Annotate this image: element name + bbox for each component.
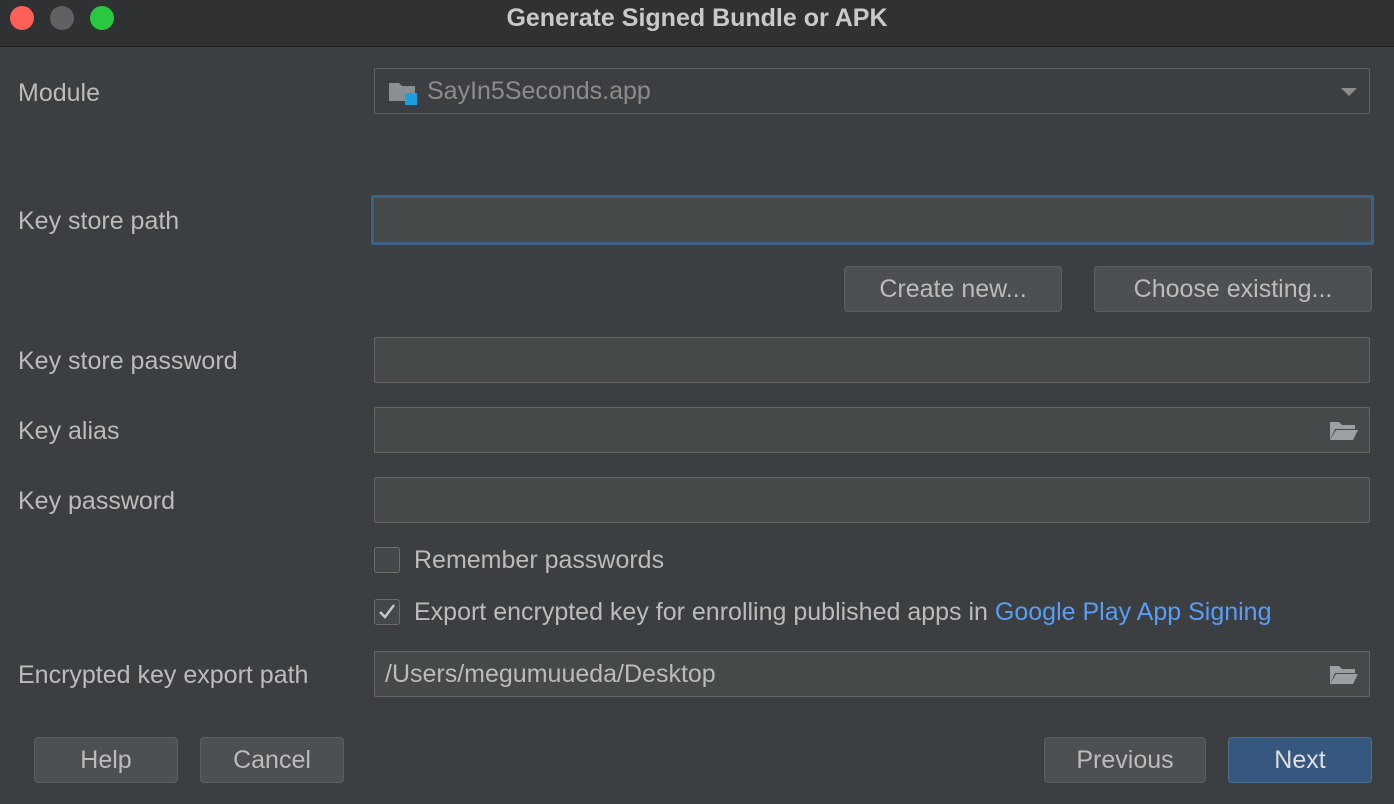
choose-existing-button[interactable]: Choose existing... [1094,266,1372,312]
cancel-button[interactable]: Cancel [200,737,344,783]
key-store-path-input[interactable] [371,195,1374,245]
key-store-path-label: Key store path [18,207,180,235]
key-alias-label: Key alias [18,417,120,445]
remember-passwords-label[interactable]: Remember passwords [414,545,664,575]
encrypted-export-path-value: /Users/megumuueda/Desktop [385,660,716,688]
window-title: Generate Signed Bundle or APK [506,4,888,32]
previous-button[interactable]: Previous [1044,737,1206,783]
key-store-password-input[interactable] [374,337,1370,383]
remember-passwords-checkbox[interactable] [374,547,400,573]
export-encrypted-label[interactable]: Export encrypted key for enrolling publi… [414,598,988,626]
google-play-app-signing-link[interactable]: Google Play App Signing [995,598,1272,626]
next-button[interactable]: Next [1228,737,1372,783]
dialog-window: Generate Signed Bundle or APK Module Say… [0,0,1394,804]
folder-open-icon[interactable] [1329,419,1359,441]
key-store-password-label: Key store password [18,347,238,375]
folder-open-icon[interactable] [1329,663,1359,685]
encrypted-export-path-label: Encrypted key export path [18,661,309,689]
encrypted-export-path-input[interactable]: /Users/megumuueda/Desktop [374,651,1370,697]
key-alias-input[interactable] [374,407,1370,453]
key-password-label: Key password [18,487,176,515]
export-encrypted-text: Export encrypted key for enrolling publi… [414,597,1272,627]
create-new-button[interactable]: Create new... [844,266,1062,312]
module-value: SayIn5Seconds.app [427,77,651,105]
module-dropdown[interactable]: SayIn5Seconds.app [374,68,1370,114]
key-password-input[interactable] [374,477,1370,523]
export-encrypted-checkbox[interactable] [374,599,400,625]
help-button[interactable]: Help [34,737,178,783]
module-label: Module [18,79,100,107]
chevron-down-icon[interactable] [1341,88,1357,96]
checkmark-icon [379,604,395,619]
module-folder-icon [389,83,417,105]
title-bar: Generate Signed Bundle or APK [0,0,1394,47]
